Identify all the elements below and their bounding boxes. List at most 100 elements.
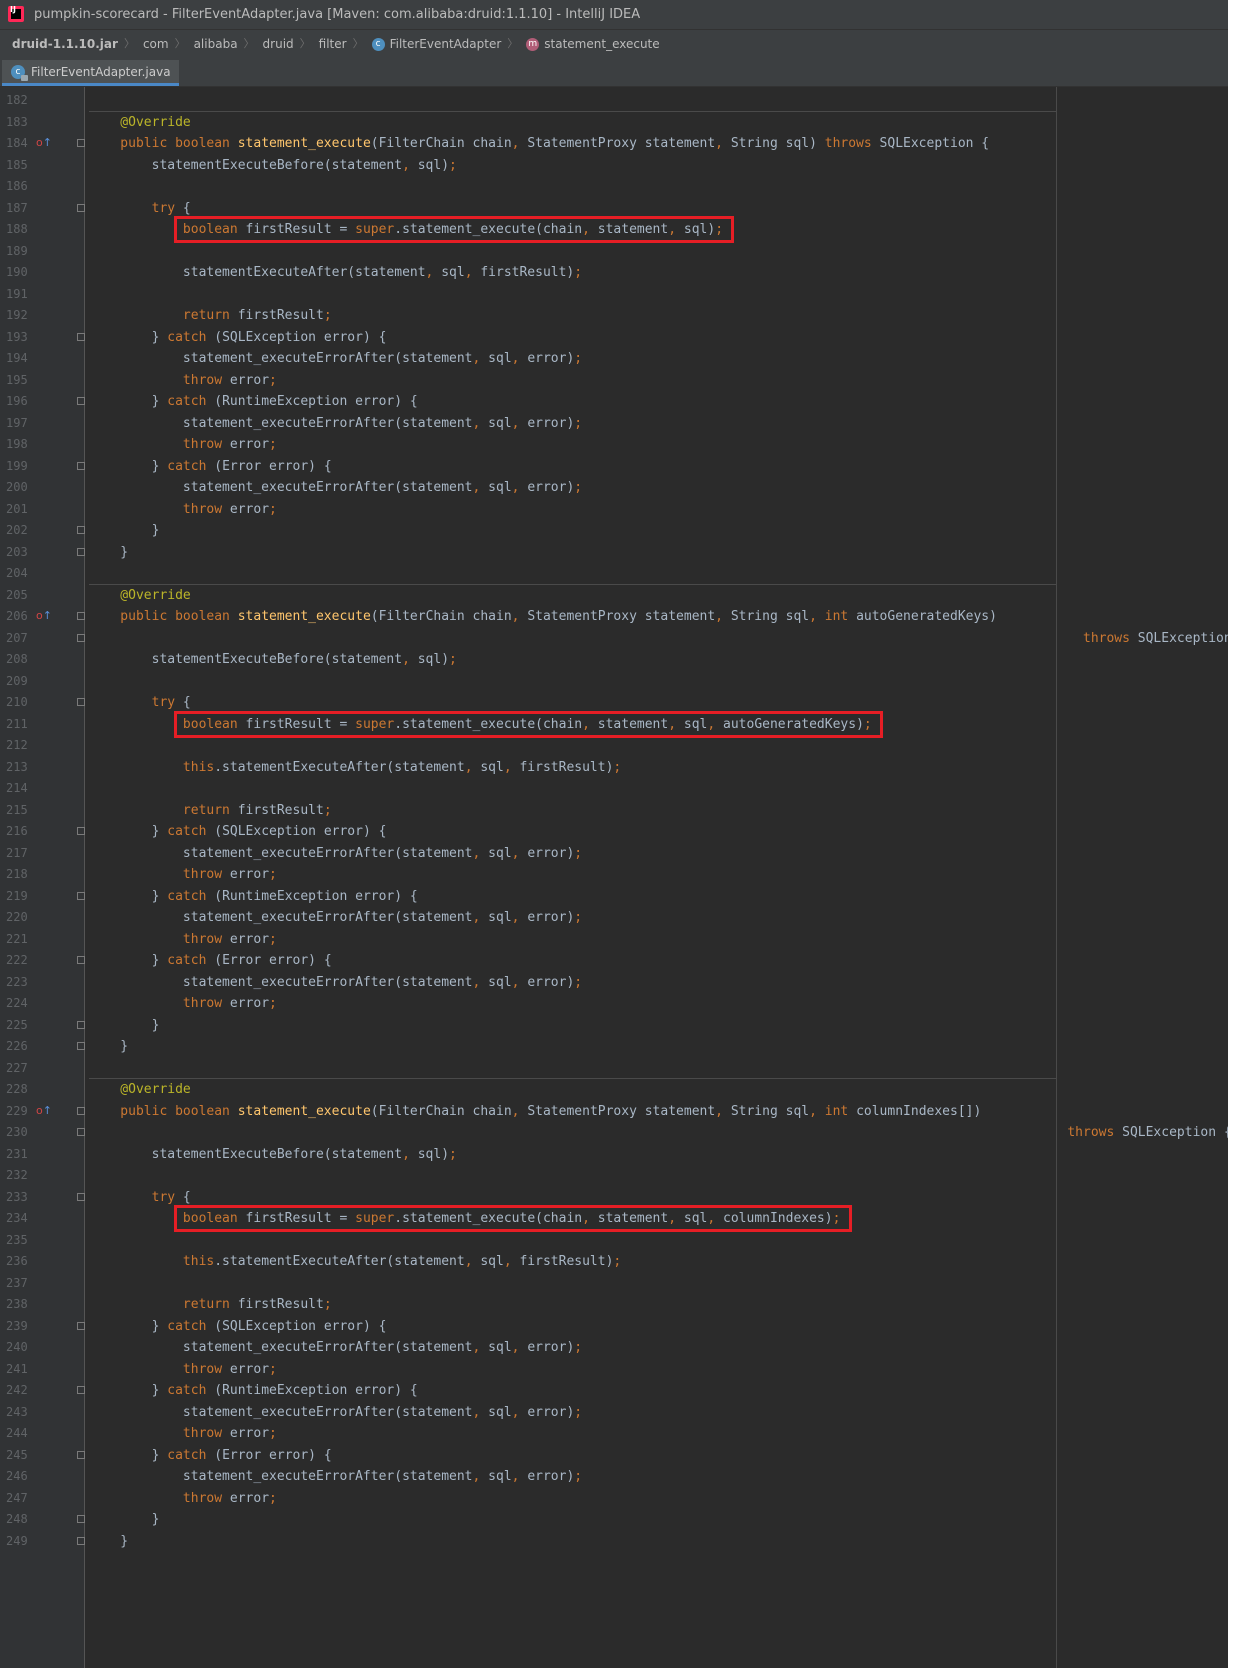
line-number[interactable]: 203 [6, 541, 36, 564]
code-line[interactable]: 200 statement_executeErrorAfter(statemen… [0, 476, 1228, 499]
code-line[interactable]: 183 @Override [0, 111, 1228, 134]
line-number[interactable]: 191 [6, 283, 36, 306]
fold-marker-icon[interactable] [77, 891, 85, 900]
line-number[interactable]: 231 [6, 1143, 36, 1166]
line-number[interactable]: 222 [6, 949, 36, 972]
line-number[interactable]: 205 [6, 584, 36, 607]
code-line[interactable]: 232 [0, 1164, 1228, 1187]
fold-marker-icon[interactable] [77, 1106, 85, 1115]
fold-marker-icon[interactable] [77, 1192, 85, 1201]
code-line[interactable]: 239 } catch (SQLException error) { [0, 1315, 1228, 1338]
line-number[interactable]: 227 [6, 1057, 36, 1080]
fold-marker-icon[interactable] [77, 1386, 85, 1394]
line-number[interactable]: 202 [6, 519, 36, 542]
line-number[interactable]: 194 [6, 347, 36, 370]
line-number[interactable]: 206 [6, 605, 36, 628]
code-line[interactable]: 242 } catch (RuntimeException error) { [0, 1379, 1228, 1402]
breadcrumb-item-jar[interactable]: druid-1.1.10.jar [12, 30, 118, 58]
line-number[interactable]: 213 [6, 756, 36, 779]
line-number[interactable]: 184 [6, 132, 36, 155]
line-number[interactable]: 247 [6, 1487, 36, 1510]
fold-marker-icon[interactable] [77, 1128, 85, 1136]
line-number[interactable]: 197 [6, 412, 36, 435]
code-line[interactable]: 198 throw error; [0, 433, 1228, 456]
code-line[interactable]: 243 statement_executeErrorAfter(statemen… [0, 1401, 1228, 1424]
fold-marker-icon[interactable] [77, 461, 85, 470]
code-line[interactable]: 192 return firstResult; [0, 304, 1228, 327]
code-line[interactable]: 191 [0, 283, 1228, 306]
line-number[interactable]: 243 [6, 1401, 36, 1424]
fold-marker-icon[interactable] [77, 1042, 85, 1050]
line-number[interactable]: 207 [6, 627, 36, 650]
code-line[interactable]: 193 } catch (SQLException error) { [0, 326, 1228, 349]
code-line[interactable]: 224 throw error; [0, 992, 1228, 1015]
code-line[interactable]: 216 } catch (SQLException error) { [0, 820, 1228, 843]
code-line[interactable]: 214 [0, 777, 1228, 800]
code-line[interactable]: 238 return firstResult; [0, 1293, 1228, 1316]
code-line[interactable]: 202 } [0, 519, 1228, 542]
code-line[interactable]: 205 @Override [0, 584, 1228, 607]
fold-marker-icon[interactable] [77, 612, 85, 620]
fold-marker-icon[interactable] [77, 633, 85, 642]
breadcrumb-item-alibaba[interactable]: alibaba [194, 30, 238, 58]
line-number[interactable]: 232 [6, 1164, 36, 1187]
code-line[interactable]: 203 } [0, 541, 1228, 564]
code-line[interactable]: 197 statement_executeErrorAfter(statemen… [0, 412, 1228, 435]
breadcrumb-item-class[interactable]: c FilterEventAdapter [371, 30, 501, 58]
code-line[interactable]: 213 this.statementExecuteAfter(statement… [0, 756, 1228, 779]
line-number[interactable]: 212 [6, 734, 36, 757]
line-number[interactable]: 240 [6, 1336, 36, 1359]
code-editor[interactable]: 182 183 @Override 184 o↑ public boolean sta… [0, 87, 1228, 1668]
code-line[interactable]: 236 this.statementExecuteAfter(statement… [0, 1250, 1228, 1273]
code-line[interactable]: 237 [0, 1272, 1228, 1295]
line-number[interactable]: 196 [6, 390, 36, 413]
line-number[interactable]: 186 [6, 175, 36, 198]
line-number[interactable]: 244 [6, 1422, 36, 1445]
line-number[interactable]: 238 [6, 1293, 36, 1316]
fold-marker-icon[interactable] [77, 827, 85, 835]
line-number[interactable]: 239 [6, 1315, 36, 1338]
code-line[interactable]: 185 statementExecuteBefore(statement, sq… [0, 154, 1228, 177]
code-line[interactable]: 182 [0, 89, 1228, 112]
code-line[interactable]: 235 [0, 1229, 1228, 1252]
code-line[interactable]: 247 throw error; [0, 1487, 1228, 1510]
line-number[interactable]: 229 [6, 1100, 36, 1123]
code-line[interactable]: 229 o↑ public boolean statement_execute(F… [0, 1100, 1228, 1123]
code-line[interactable]: 246 statement_executeErrorAfter(statemen… [0, 1465, 1228, 1488]
line-number[interactable]: 190 [6, 261, 36, 284]
code-line[interactable]: 201 throw error; [0, 498, 1228, 521]
line-number[interactable]: 234 [6, 1207, 36, 1230]
fold-marker-icon[interactable] [77, 1515, 85, 1523]
code-line[interactable]: 207 throws SQLException { [0, 627, 1228, 650]
fold-marker-icon[interactable] [77, 139, 85, 147]
tab-filtereventadapter-java[interactable]: c FilterEventAdapter.java [2, 60, 179, 86]
code-line[interactable]: 186 [0, 175, 1228, 198]
code-line[interactable]: 184 o↑ public boolean statement_execute(F… [0, 132, 1228, 155]
line-number[interactable]: 237 [6, 1272, 36, 1295]
fold-marker-icon[interactable] [77, 956, 85, 964]
line-number[interactable]: 242 [6, 1379, 36, 1402]
fold-marker-icon[interactable] [77, 547, 85, 556]
line-number[interactable]: 246 [6, 1465, 36, 1488]
code-line[interactable]: 209 [0, 670, 1228, 693]
line-number[interactable]: 215 [6, 799, 36, 822]
fold-marker-icon[interactable] [77, 203, 85, 212]
code-line[interactable]: 194 statement_executeErrorAfter(statemen… [0, 347, 1228, 370]
code-line[interactable]: 225 } [0, 1014, 1228, 1037]
code-line[interactable]: 221 throw error; [0, 928, 1228, 951]
code-line[interactable]: 204 [0, 562, 1228, 585]
line-number[interactable]: 249 [6, 1530, 36, 1553]
line-number[interactable]: 183 [6, 111, 36, 134]
line-number[interactable]: 200 [6, 476, 36, 499]
code-line[interactable]: 228 @Override [0, 1078, 1228, 1101]
code-line[interactable]: 241 throw error; [0, 1358, 1228, 1381]
breadcrumb-item-com[interactable]: com [143, 30, 169, 58]
line-number[interactable]: 192 [6, 304, 36, 327]
line-number[interactable]: 204 [6, 562, 36, 585]
line-number[interactable]: 185 [6, 154, 36, 177]
override-marker-icon[interactable]: o↑ [36, 610, 52, 622]
fold-marker-icon[interactable] [77, 332, 85, 341]
code-line[interactable]: 227 [0, 1057, 1228, 1080]
fold-marker-icon[interactable] [77, 1450, 85, 1459]
code-line[interactable]: 240 statement_executeErrorAfter(statemen… [0, 1336, 1228, 1359]
